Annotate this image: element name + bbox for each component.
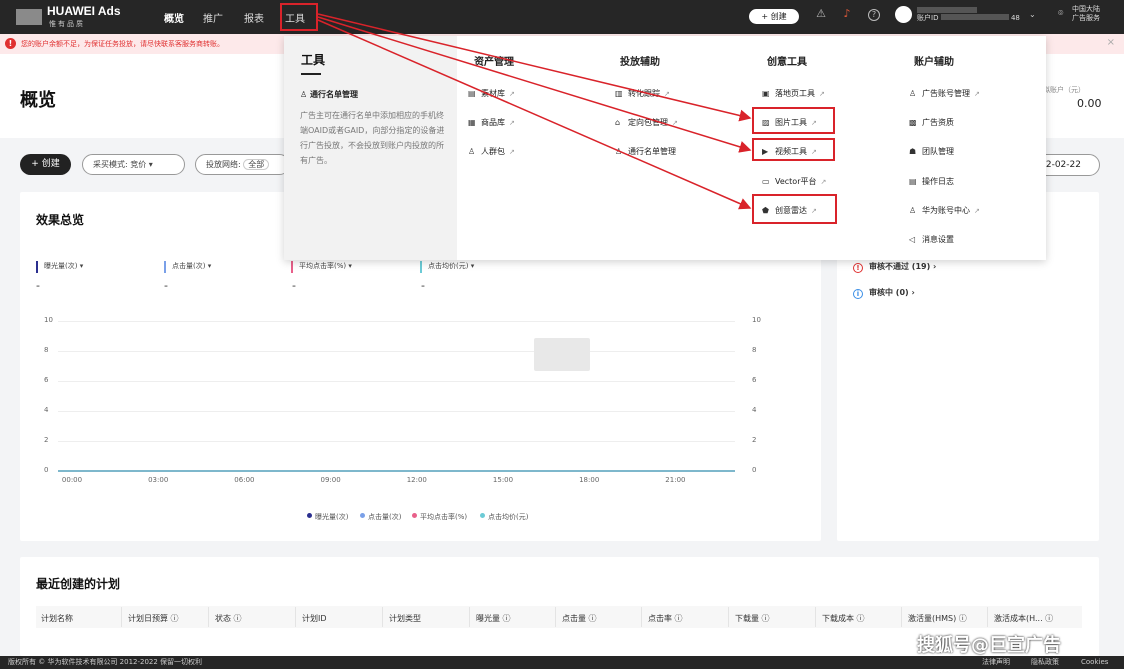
arrow-to-video-tool xyxy=(317,16,752,153)
arrow-to-creative-radar xyxy=(317,19,752,210)
annotation-arrows xyxy=(317,13,752,210)
arrow-to-image-tool xyxy=(317,13,752,122)
watermark: 搜狐号@巨宣广告 xyxy=(917,635,1061,656)
